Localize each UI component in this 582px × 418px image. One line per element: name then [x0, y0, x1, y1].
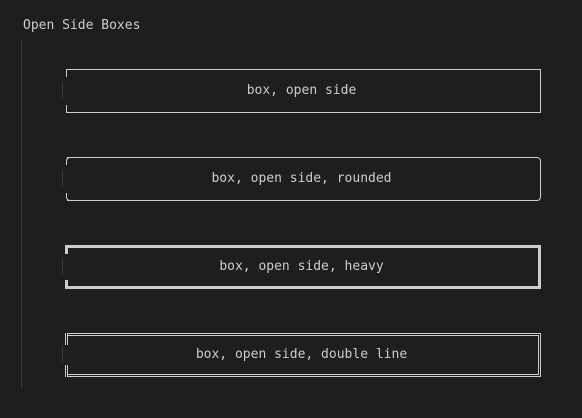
corner-bottom-left — [65, 365, 68, 377]
box-open-side-rounded: box, open side, rounded — [62, 157, 541, 201]
box-open-side-double: box, open side, double line — [62, 333, 541, 377]
indent-guide — [21, 40, 22, 388]
box-label: box, open side, double line — [195, 347, 408, 362]
page-title: Open Side Boxes — [23, 18, 141, 33]
corner-top-left — [65, 333, 68, 345]
box-open-side: box, open side — [62, 69, 541, 113]
box-label: box, open side, heavy — [219, 259, 384, 274]
box-label: box, open side — [246, 83, 357, 98]
corner-bottom-left — [66, 193, 72, 201]
corner-top-left — [66, 157, 72, 165]
box-open-side-heavy: box, open side, heavy — [62, 245, 541, 289]
box-label: box, open side, rounded — [211, 171, 392, 186]
